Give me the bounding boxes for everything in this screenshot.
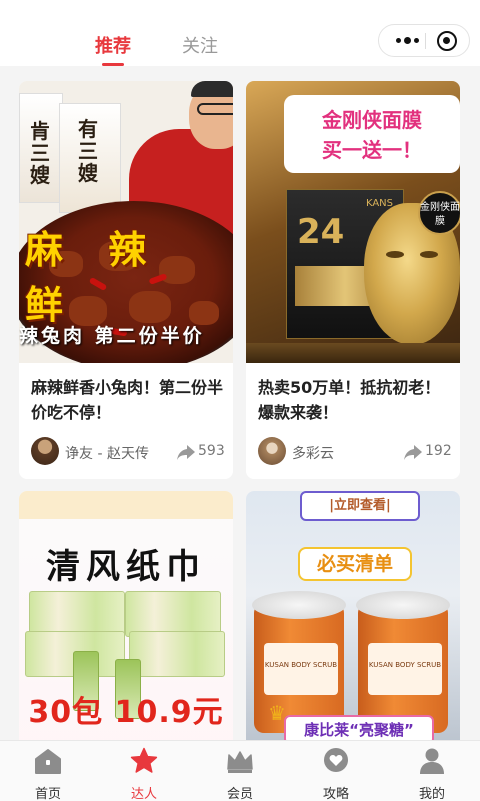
active-tab-indicator [102,63,124,66]
bottom-tab-bar: 首页 达人 会员 攻略 我的 [0,740,480,801]
card-image-spicy-rabbit[interactable]: 肯三嫂 有三嫂 麻 辣 鲜 辣兔肉 第二份半价 [19,81,233,363]
tissue-pack [129,631,225,677]
card-image-body-scrub[interactable]: |立即查看| 必买清单 KUSAN BODY SCRUB KUSAN BODY … [246,491,460,751]
share-count: 192 [425,443,452,459]
tab-label: 会员 [226,787,253,801]
tab-label: 首页 [34,787,61,801]
avatar[interactable] [31,437,59,465]
mask-badge: 金刚侠面膜 [418,191,460,235]
product-pack: 肯三嫂 [19,93,63,203]
author-name[interactable]: 诤友 - 赵天传 [65,443,149,463]
home-icon [35,749,61,774]
tab-influencer[interactable]: 达人 [96,741,192,801]
bubble-line: 买一送一！ [322,138,422,162]
pack-text: 肯三嫂 [30,119,50,187]
author-name[interactable]: 多彩云 [292,443,334,463]
heart-badge-icon [324,748,348,772]
card-image-tissue[interactable]: 清风纸巾 30包 10.9元 [19,491,233,751]
miniprogram-capsule [378,24,470,57]
chef-hair [191,81,233,97]
feed-card-4[interactable]: |立即查看| 必买清单 KUSAN BODY SCRUB KUSAN BODY … [246,491,460,751]
product-pack: 有三嫂 [59,103,121,213]
jar-label: KUSAN BODY SCRUB [368,643,442,695]
tab-guide[interactable]: 攻略 [288,741,384,801]
tab-home[interactable]: 首页 [0,741,96,801]
target-icon[interactable] [437,31,457,51]
promo-bubble: 金刚侠面膜 买一送一！ [284,95,460,173]
image-headline: 清风纸巾 [46,547,206,587]
image-frame [19,491,233,519]
image-price: 30包 10.9元 [28,695,224,730]
share-icon[interactable] [404,445,422,460]
image-banner: 辣兔肉 第二份半价 [19,325,205,347]
tab-label: 我的 [418,787,445,801]
image-floor [246,343,460,363]
feed-card-3[interactable]: 清风纸巾 30包 10.9元 [19,491,233,751]
tab-recommend[interactable]: 推荐 [95,32,131,58]
feed-card-2[interactable]: KANS 韩束 金刚侠面膜 买一送一！ KANS 24 金刚侠面膜 热卖50万单… [246,81,460,479]
star-icon [130,747,158,773]
tab-follow[interactable]: 关注 [182,32,218,58]
card-title[interactable]: 热卖50万单！抵抗初老！爆款来袭！ [258,375,450,425]
box-number: 24 [297,212,345,252]
image-headline: 麻 辣 鲜 [25,227,163,327]
feed-card-1[interactable]: 肯三嫂 有三嫂 麻 辣 鲜 辣兔肉 第二份半价 麻辣鲜香小兔肉！第二份半价吃不停… [19,81,233,479]
more-dots-icon[interactable] [391,25,423,56]
share-icon[interactable] [177,445,195,460]
tab-mine[interactable]: 我的 [384,741,480,801]
person-icon [420,748,444,774]
avatar[interactable] [258,437,286,465]
card-title[interactable]: 麻辣鲜香小兔肉！第二份半价吃不停！ [31,375,223,425]
crown-icon [227,751,253,773]
chef-glasses [197,103,233,115]
must-buy-sign: 必买清单 [298,547,412,581]
bubble-line: 金刚侠面膜 [322,108,422,132]
tab-label: 攻略 [322,787,349,801]
pack-text: 有三嫂 [78,117,98,185]
top-bar: 推荐 关注 [0,0,480,66]
capsule-divider [425,33,426,49]
promo-label: |立即查看| [300,491,420,521]
card-image-face-mask[interactable]: KANS 韩束 金刚侠面膜 买一送一！ KANS 24 金刚侠面膜 [246,81,460,363]
jar-label: KUSAN BODY SCRUB [264,643,338,695]
share-count: 593 [198,443,225,459]
tab-label: 达人 [130,787,157,801]
tab-member[interactable]: 会员 [192,741,288,801]
